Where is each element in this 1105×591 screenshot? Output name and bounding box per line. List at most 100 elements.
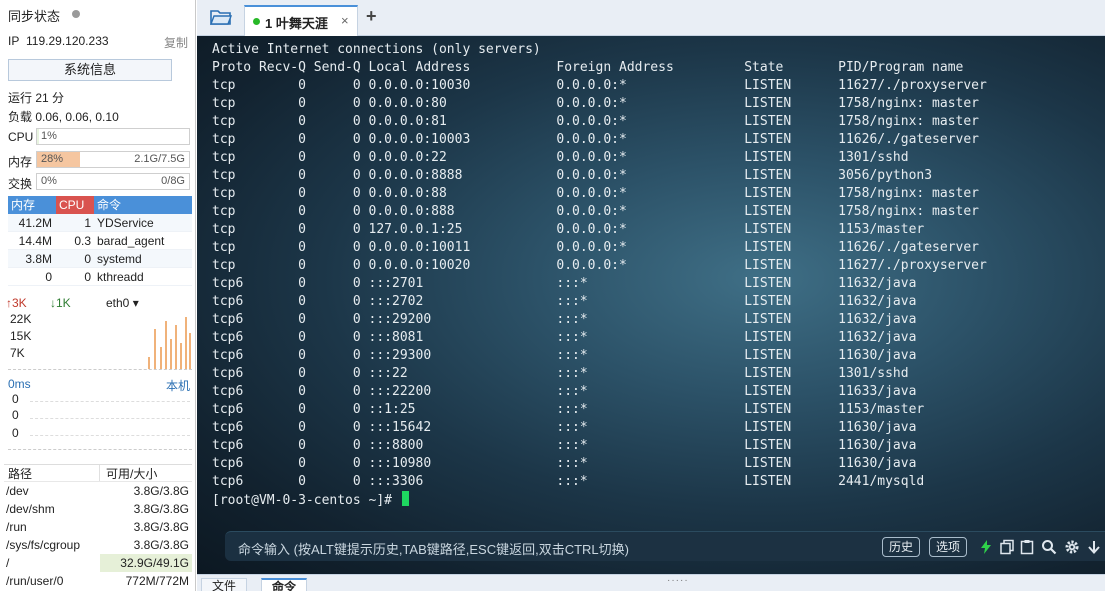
options-button[interactable]: 选项 — [929, 537, 968, 557]
process-row[interactable]: 3.8M 0 systemd — [8, 250, 192, 268]
ip-value: 119.29.120.233 — [26, 34, 109, 48]
disk-path: /sys/fs/cgroup — [6, 538, 81, 552]
upload-speed: ↑3K — [6, 296, 27, 310]
terminal[interactable]: Active Internet connections (only server… — [197, 36, 1105, 574]
disk-path: /dev/shm — [6, 502, 55, 516]
process-memory: 41.2M — [18, 216, 52, 230]
uptime-text: 运行 21 分 — [8, 91, 65, 105]
clipboard-icon[interactable] — [1019, 539, 1035, 555]
disk-row[interactable]: / 32.9G/49.1G — [4, 554, 192, 572]
cpu-meter-fill — [37, 129, 39, 144]
network-axis-label: 22K — [10, 312, 32, 326]
bottom-tab-bar: 文件 命令 ····· — [197, 574, 1105, 591]
cpu-meter: 1% — [36, 128, 190, 145]
tab-session-title: 1 叶舞天涯 — [265, 16, 328, 31]
command-input-bar[interactable]: 命令输入 (按ALT键提示历史,TAB键路径,ESC键返回,双击CTRL切换) … — [225, 531, 1105, 561]
terminal-line: tcp6 0 0 :::2702 :::* LISTEN 11632/java — [212, 294, 917, 309]
network-graph: 22K 15K 7K — [8, 312, 192, 370]
disk-size: 3.8G/3.8G — [133, 520, 189, 534]
terminal-line: tcp 0 0 0.0.0.0:80 0.0.0.0:* LISTEN 1758… — [212, 96, 980, 111]
command-input[interactable]: 命令输入 (按ALT键提示历史,TAB键路径,ESC键返回,双击CTRL切换) — [238, 539, 629, 558]
disk-row[interactable]: /dev/shm 3.8G/3.8G — [4, 500, 192, 518]
disk-row[interactable]: /sys/fs/cgroup 3.8G/3.8G — [4, 536, 192, 554]
terminal-line: tcp 0 0 0.0.0.0:8888 0.0.0.0:* LISTEN 30… — [212, 168, 933, 183]
process-row[interactable]: 0 0 kthreadd — [8, 268, 192, 286]
terminal-line: tcp 0 0 0.0.0.0:10003 0.0.0.0:* LISTEN 1… — [212, 132, 980, 147]
process-header-cpu[interactable]: CPU — [56, 196, 94, 214]
terminal-prompt: [root@VM-0-3-centos ~]# — [212, 491, 987, 510]
network-interface-dropdown[interactable]: eth0 ▾ — [106, 296, 139, 310]
network-graph-bar — [148, 357, 150, 369]
lightning-icon[interactable] — [978, 539, 994, 555]
process-command: kthreadd — [97, 270, 144, 284]
tab-files[interactable]: 文件 — [201, 578, 248, 591]
process-table-header: 内存 CPU 命令 — [8, 196, 192, 214]
gear-icon[interactable] — [1064, 539, 1080, 555]
download-speed: ↓1K — [50, 296, 71, 310]
cpu-meter-percent: 1% — [41, 130, 57, 142]
network-graph-bar — [180, 343, 182, 369]
copy-icon[interactable] — [999, 539, 1015, 555]
network-graph-bar — [154, 329, 156, 369]
disk-path: /run/user/0 — [6, 574, 64, 588]
system-info-button[interactable]: 系统信息 — [8, 59, 172, 81]
sidebar: 同步状态 IP 119.29.120.233 复制 系统信息 运行 21 分 负… — [0, 0, 196, 591]
process-header-memory[interactable]: 内存 — [8, 196, 56, 214]
terminal-line: tcp 0 0 0.0.0.0:81 0.0.0.0:* LISTEN 1758… — [212, 114, 980, 129]
arrow-down-icon[interactable] — [1086, 539, 1102, 555]
terminal-line: Active Internet connections (only server… — [212, 42, 541, 57]
tab-close-icon[interactable]: × — [341, 13, 349, 28]
copy-ip-link[interactable]: 复制 — [164, 34, 188, 51]
ping-value: 0 — [12, 408, 19, 422]
disk-row[interactable]: /dev 3.8G/3.8G — [4, 482, 192, 500]
disk-size: 3.8G/3.8G — [133, 484, 189, 498]
network-speed: ↑3K ↓1K eth0 ▾ — [6, 296, 192, 312]
network-graph-bar — [185, 317, 187, 369]
terminal-line: tcp6 0 0 :::29200 :::* LISTEN 11632/java — [212, 312, 917, 327]
terminal-output: Active Internet connections (only server… — [212, 41, 987, 510]
folder-open-icon[interactable] — [210, 8, 232, 26]
swap-meter-percent: 0% — [41, 175, 57, 187]
disk-row[interactable]: /run 3.8G/3.8G — [4, 518, 192, 536]
add-tab-icon[interactable]: + — [366, 6, 377, 27]
tab-commands[interactable]: 命令 — [261, 578, 308, 591]
process-command: YDService — [97, 216, 154, 230]
terminal-line: tcp6 0 0 ::1:25 :::* LISTEN 1153/master — [212, 402, 925, 417]
disk-table: 路径 可用/大小 /dev 3.8G/3.8G /dev/shm 3.8G/3.… — [4, 464, 192, 590]
process-table: 内存 CPU 命令 41.2M 1 YDService 14.4M 0.3 ba… — [8, 196, 192, 286]
terminal-line: tcp6 0 0 :::8081 :::* LISTEN 11632/java — [212, 330, 917, 345]
process-header-command[interactable]: 命令 — [94, 196, 192, 214]
terminal-line: tcp 0 0 0.0.0.0:88 0.0.0.0:* LISTEN 1758… — [212, 186, 980, 201]
disk-row[interactable]: /run/user/0 772M/772M — [4, 572, 192, 590]
process-row[interactable]: 14.4M 0.3 barad_agent — [8, 232, 192, 250]
terminal-line: Proto Recv-Q Send-Q Local Address Foreig… — [212, 60, 964, 75]
resize-grip-icon[interactable]: ····· — [667, 575, 689, 586]
terminal-line: tcp 0 0 0.0.0.0:10011 0.0.0.0:* LISTEN 1… — [212, 240, 980, 255]
ping-value: 0 — [12, 426, 19, 440]
terminal-line: tcp6 0 0 :::8800 :::* LISTEN 11630/java — [212, 438, 917, 453]
disk-header-path[interactable]: 路径 — [4, 465, 100, 481]
terminal-cursor — [401, 491, 409, 506]
process-memory: 0 — [45, 270, 52, 284]
swap-meter: 0% 0/8G — [36, 173, 190, 190]
cpu-meter-label: CPU — [8, 130, 34, 144]
terminal-line: tcp6 0 0 :::2701 :::* LISTEN 11632/java — [212, 276, 917, 291]
disk-header-size[interactable]: 可用/大小 — [100, 465, 192, 481]
swap-meter-detail: 0/8G — [161, 175, 185, 187]
memory-meter: 28% 2.1G/7.5G — [36, 151, 190, 168]
ip-label: IP — [8, 34, 20, 48]
process-cpu: 0 — [84, 270, 91, 284]
history-button[interactable]: 历史 — [882, 537, 921, 557]
ping-graph: 0 0 0 — [8, 392, 192, 450]
terminal-line: tcp6 0 0 :::3306 :::* LISTEN 2441/mysqld — [212, 474, 925, 489]
search-icon[interactable] — [1041, 539, 1057, 555]
terminal-line: tcp 0 0 0.0.0.0:10020 0.0.0.0:* LISTEN 1… — [212, 258, 987, 273]
ping-value: 0 — [12, 392, 19, 406]
tab-session[interactable]: 1 叶舞天涯 × — [244, 5, 358, 36]
network-graph-bar — [189, 333, 191, 369]
terminal-line: tcp6 0 0 :::22 :::* LISTEN 1301/sshd — [212, 366, 909, 381]
sync-status-label: 同步状态 — [8, 9, 61, 24]
process-cpu: 0.3 — [74, 234, 91, 248]
process-row[interactable]: 41.2M 1 YDService — [8, 214, 192, 232]
process-rows: 41.2M 1 YDService 14.4M 0.3 barad_agent … — [8, 214, 192, 286]
